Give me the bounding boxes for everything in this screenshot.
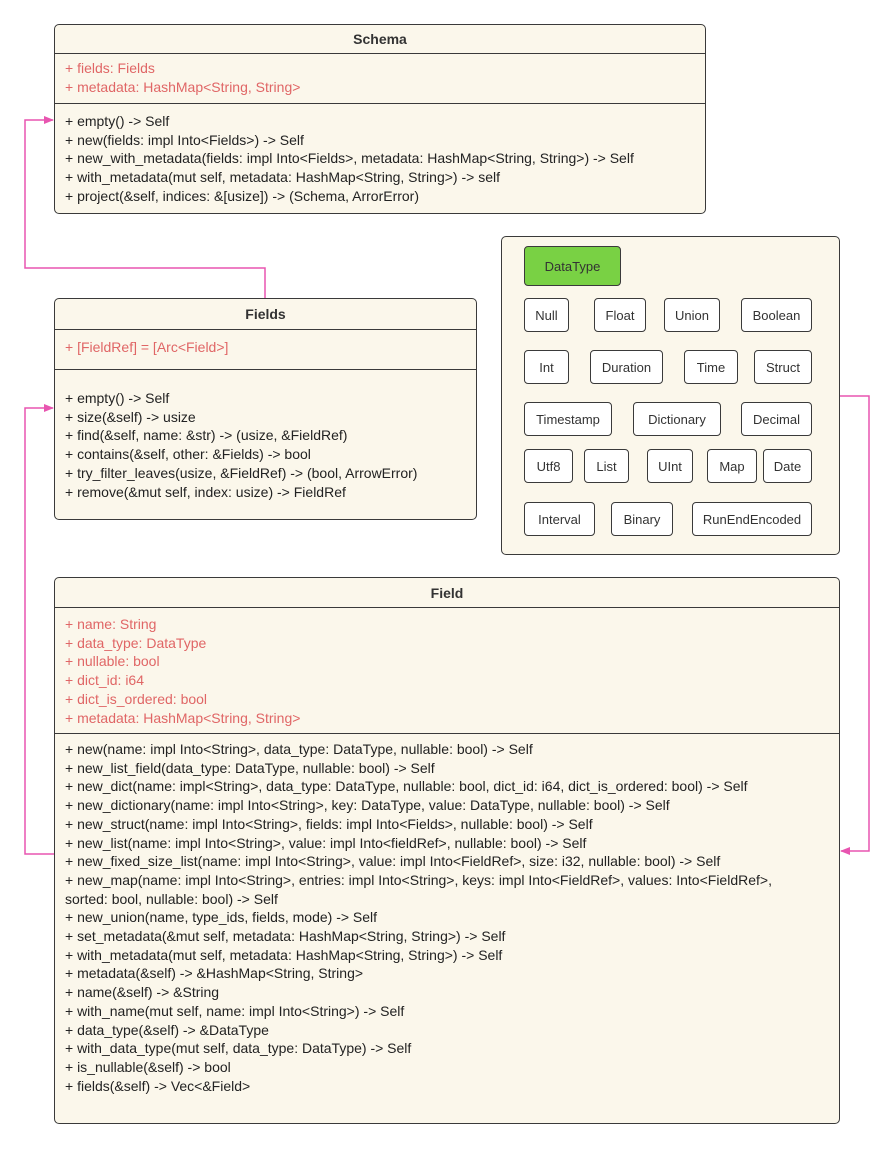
method: + new_struct(name: impl Into<String>, fi…: [65, 815, 593, 832]
method: + new_fixed_size_list(name: impl Into<St…: [65, 853, 721, 870]
attribute: + metadata: HashMap<String, String>: [65, 709, 301, 726]
datatype-group[interactable]: DataType Null Float Union Boolean Int Du…: [501, 236, 840, 555]
method: + with_metadata(mut self, metadata: Hash…: [65, 946, 503, 963]
datatype-utf8[interactable]: Utf8: [524, 449, 573, 483]
schema-attributes: + fields: Fields + metadata: HashMap<Str…: [55, 54, 705, 104]
method: + new(fields: impl Into<Fields>) -> Self: [65, 131, 304, 148]
field-attributes: + name: String + data_type: DataType + n…: [55, 608, 839, 734]
datatype-null[interactable]: Null: [524, 298, 569, 332]
field-methods: + new(name: impl Into<String>, data_type…: [55, 734, 839, 1095]
datatype-union[interactable]: Union: [664, 298, 720, 332]
field-class[interactable]: Field + name: String + data_type: DataTy…: [54, 577, 840, 1124]
method: + empty() -> Self: [65, 390, 170, 406]
datatype-decimal[interactable]: Decimal: [741, 402, 812, 436]
fields-class[interactable]: Fields + [FieldRef] = [Arc<Field>] + emp…: [54, 298, 477, 520]
schema-class[interactable]: Schema + fields: Fields + metadata: Hash…: [54, 24, 706, 214]
attribute: + metadata: HashMap<String, String>: [65, 78, 301, 95]
datatype-float[interactable]: Float: [594, 298, 646, 332]
method: + remove(&mut self, index: usize) -> Fie…: [65, 483, 346, 500]
method: + new_with_metadata(fields: impl Into<Fi…: [65, 150, 634, 167]
method: + find(&self, name: &str) -> (usize, &Fi…: [65, 427, 348, 444]
field-class-title: Field: [55, 578, 839, 608]
datatype-date[interactable]: Date: [763, 449, 812, 483]
method: + empty() -> Self: [65, 113, 170, 129]
method: + is_nullable(&self) -> bool: [65, 1058, 231, 1075]
datatype-duration[interactable]: Duration: [590, 350, 663, 384]
method: + new_union(name, type_ids, fields, mode…: [65, 909, 378, 926]
link-field-to-fields: [24, 404, 54, 855]
schema-methods: + empty() -> Self + new(fields: impl Int…: [55, 104, 705, 206]
method: + with_data_type(mut self, data_type: Da…: [65, 1040, 412, 1057]
fields-methods: + empty() -> Self + size(&self) -> usize…: [55, 370, 476, 501]
datatype-runendencoded[interactable]: RunEndEncoded: [692, 502, 812, 536]
attribute: + nullable: bool: [65, 653, 160, 670]
attribute: + dict_id: i64: [65, 672, 144, 689]
datatype-uint[interactable]: UInt: [647, 449, 693, 483]
method: + new_dict(name: impl<String>, data_type…: [65, 778, 748, 795]
method: + project(&self, indices: &[usize]) -> (…: [65, 187, 419, 204]
datatype-map[interactable]: Map: [707, 449, 757, 483]
attribute: + [FieldRef] = [Arc<Field>]: [65, 339, 229, 355]
method: + with_name(mut self, name: impl Into<St…: [65, 1002, 405, 1019]
fields-class-title: Fields: [55, 299, 476, 330]
attribute: + fields: Fields: [65, 60, 155, 76]
datatype-dictionary[interactable]: Dictionary: [633, 402, 721, 436]
attribute: + data_type: DataType: [65, 634, 207, 651]
datatype-timestamp[interactable]: Timestamp: [524, 402, 612, 436]
attribute: + dict_is_ordered: bool: [65, 690, 208, 707]
method: + name(&self) -> &String: [65, 984, 220, 1001]
method: + size(&self) -> usize: [65, 408, 196, 425]
link-datatype-to-field: [840, 395, 870, 855]
datatype-list[interactable]: List: [584, 449, 629, 483]
method: + new_list_field(data_type: DataType, nu…: [65, 759, 435, 776]
method: + fields(&self) -> Vec<&Field>: [65, 1077, 251, 1094]
datatype-time[interactable]: Time: [684, 350, 738, 384]
attribute: + name: String: [65, 616, 157, 632]
datatype-struct[interactable]: Struct: [754, 350, 812, 384]
schema-class-title: Schema: [55, 25, 705, 54]
method: + new(name: impl Into<String>, data_type…: [65, 741, 533, 757]
datatype-interval[interactable]: Interval: [524, 502, 595, 536]
fields-attributes: + [FieldRef] = [Arc<Field>]: [55, 330, 476, 370]
method: + with_metadata(mut self, metadata: Hash…: [65, 169, 500, 186]
datatype-int[interactable]: Int: [524, 350, 569, 384]
method: + metadata(&self) -> &HashMap<String, St…: [65, 965, 364, 982]
method: + contains(&self, other: &Fields) -> boo…: [65, 446, 311, 463]
method: + data_type(&self) -> &DataType: [65, 1021, 269, 1038]
datatype-boolean[interactable]: Boolean: [741, 298, 812, 332]
datatype-binary[interactable]: Binary: [611, 502, 673, 536]
method-continuation: sorted: bool, nullable: bool) -> Self: [65, 890, 278, 907]
method: + new_dictionary(name: impl Into<String>…: [65, 797, 670, 814]
method: + new_list(name: impl Into<String>, valu…: [65, 834, 587, 851]
method: + set_metadata(&mut self, metadata: Hash…: [65, 928, 506, 945]
datatype-root-node[interactable]: DataType: [524, 246, 621, 286]
method: + new_map(name: impl Into<String>, entri…: [65, 871, 772, 888]
method: + try_filter_leaves(usize, &FieldRef) ->…: [65, 464, 418, 481]
